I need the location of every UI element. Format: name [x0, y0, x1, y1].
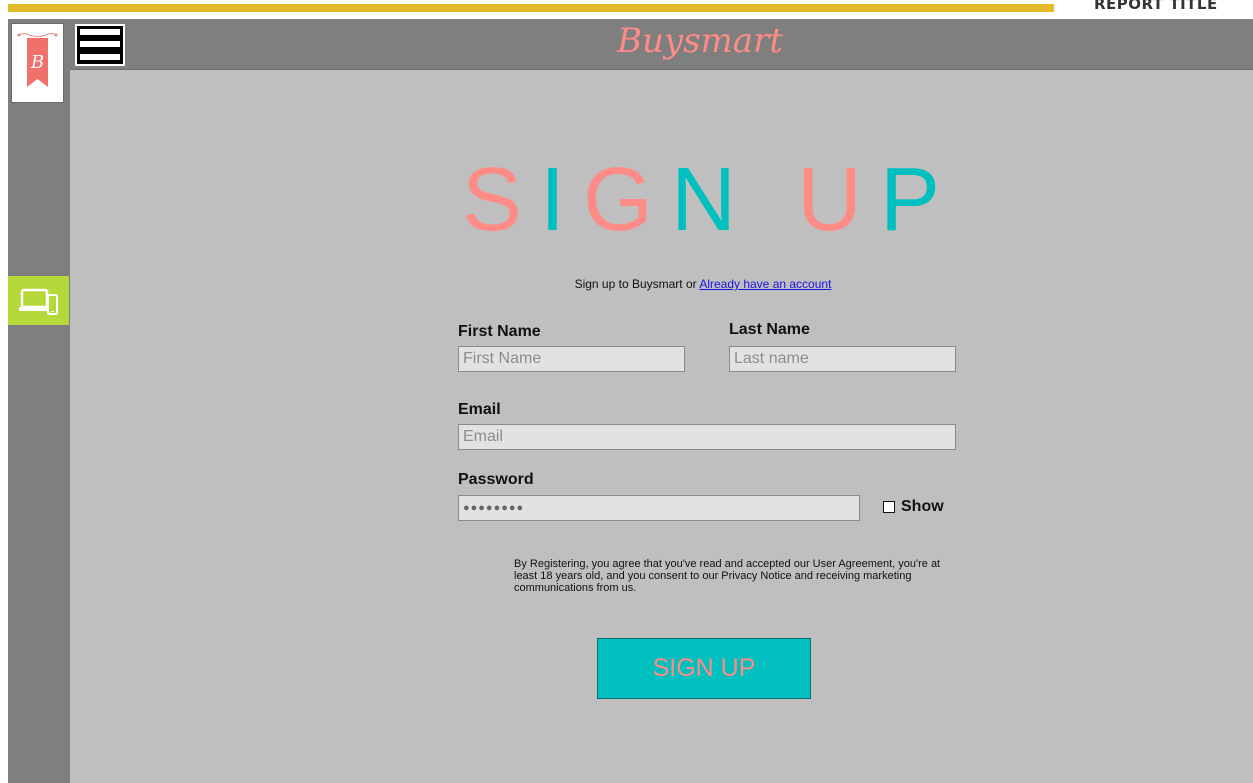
- heading-letter: U: [797, 150, 881, 250]
- heading-letter: P: [880, 150, 959, 250]
- top-accent-bar: [8, 4, 1054, 12]
- sign-up-subline: Sign up to Buysmart or Already have an a…: [520, 277, 886, 291]
- heading-letter: [754, 150, 797, 250]
- sign-up-heading: SIGN UP: [440, 150, 980, 250]
- email-field[interactable]: [458, 424, 956, 450]
- show-password-checkbox[interactable]: [883, 501, 895, 513]
- first-name-field[interactable]: [458, 346, 685, 372]
- password-field[interactable]: ●●●●●●●●: [458, 495, 860, 521]
- logo-letter: B: [30, 52, 44, 73]
- hamburger-menu-button[interactable]: [75, 24, 125, 66]
- heading-letter: G: [582, 150, 671, 250]
- hamburger-menu-icon: [80, 29, 120, 35]
- terms-text: By Registering, you agree that you've re…: [514, 558, 941, 594]
- logo[interactable]: B: [11, 23, 64, 103]
- sidebar: [8, 19, 70, 783]
- subline-text: Sign up to Buysmart or: [574, 277, 700, 291]
- sign-up-button[interactable]: SIGN UP: [597, 638, 811, 699]
- login-link[interactable]: Already have an account: [699, 277, 831, 291]
- report-title: REPORT TITLE: [1094, 0, 1218, 13]
- last-name-label: Last Name: [729, 321, 810, 338]
- show-password-toggle[interactable]: Show: [883, 498, 944, 516]
- password-label: Password: [458, 471, 534, 488]
- buysmart-banner-logo: B: [17, 33, 58, 87]
- devices-tab[interactable]: [8, 276, 69, 325]
- hamburger-line: [80, 41, 120, 47]
- last-name-field[interactable]: [729, 346, 956, 372]
- email-label: Email: [458, 401, 501, 418]
- first-name-label: First Name: [458, 323, 541, 340]
- heading-letter: N: [671, 150, 754, 250]
- heading-letter: I: [539, 150, 583, 250]
- devices-icon: [18, 288, 58, 315]
- brand-title: Buysmart: [617, 21, 783, 61]
- hamburger-line: [80, 54, 120, 60]
- show-password-label: Show: [901, 498, 944, 515]
- heading-letter: S: [461, 150, 540, 250]
